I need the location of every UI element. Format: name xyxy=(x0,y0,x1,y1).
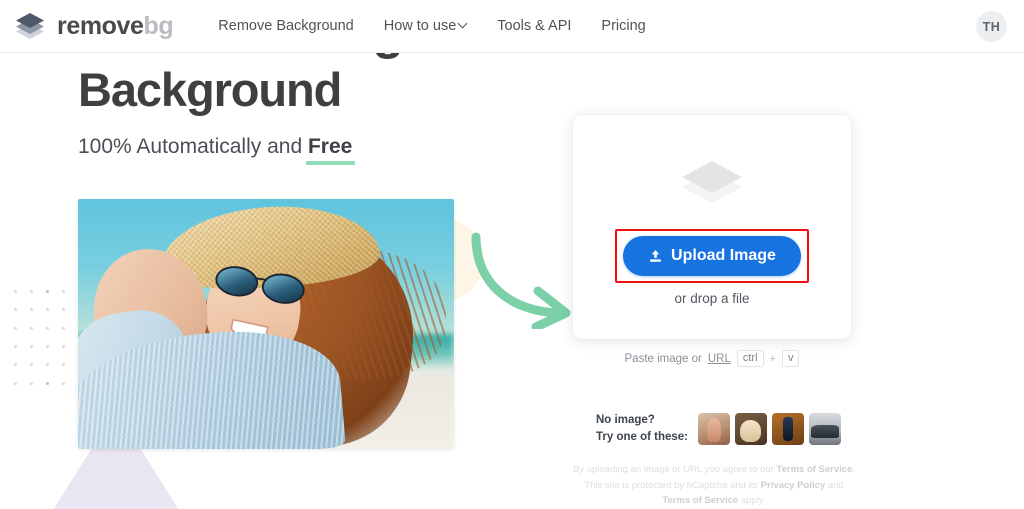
sample-thumb-dog[interactable] xyxy=(735,412,768,445)
upload-image-button[interactable]: Upload Image xyxy=(623,236,801,276)
legal-privacy-link[interactable]: Privacy Policy xyxy=(761,480,825,491)
nav-label: Pricing xyxy=(601,18,646,34)
paste-hint-prefix: Paste image or xyxy=(624,352,702,365)
nav-label: Remove Background xyxy=(218,18,354,34)
hero-subtitle-prefix: 100% Automatically and xyxy=(78,135,308,158)
chevron-down-icon xyxy=(459,20,467,28)
sample-thumb-car[interactable] xyxy=(809,412,842,445)
hero-subtitle: 100% Automatically and Free xyxy=(78,135,352,159)
layers-diamond-icon xyxy=(14,11,48,41)
decorative-dot-grid xyxy=(14,290,78,400)
sample-images-label: No image? Try one of these: xyxy=(596,412,688,445)
legal-terms-link-2[interactable]: Terms of Service xyxy=(662,495,738,506)
nav-item-pricing[interactable]: Pricing xyxy=(601,18,645,34)
legal-text-2a: protected by hCaptcha and its xyxy=(631,479,761,491)
nav-item-remove-background[interactable]: Remove Background xyxy=(218,18,353,34)
upload-card[interactable]: Upload Image or drop a file xyxy=(573,115,851,339)
key-v: v xyxy=(781,350,800,367)
legal-disclaimer: By uploading an image or URL you agree t… xyxy=(573,462,855,509)
site-header: removebg Remove Background How to use To… xyxy=(0,0,1024,53)
legal-text-2c: and xyxy=(825,479,844,491)
hero-subtitle-emphasis: Free xyxy=(307,135,353,158)
logo-text-secondary: bg xyxy=(143,11,174,40)
hero-section: Remove Image Background 100% Automatical… xyxy=(0,45,571,509)
logo[interactable]: removebg xyxy=(14,11,174,41)
logo-text: removebg xyxy=(57,11,174,41)
nav-label: How to use xyxy=(383,18,457,34)
sample-thumbnails xyxy=(698,412,842,445)
sample-images-row: No image? Try one of these: xyxy=(596,412,842,445)
layers-diamond-icon xyxy=(679,161,745,205)
sample-label-line2: Try one of these: xyxy=(596,430,689,443)
main-navigation: Remove Background How to use Tools & API… xyxy=(218,18,645,34)
drop-file-text: or drop a file xyxy=(674,291,750,306)
hero-photo xyxy=(78,199,454,449)
nav-label: Tools & API xyxy=(497,18,572,34)
logo-text-primary: remove xyxy=(57,11,144,40)
nav-item-how-to-use[interactable]: How to use xyxy=(384,18,468,34)
sample-thumb-phone[interactable] xyxy=(772,412,805,445)
avatar[interactable]: TH xyxy=(976,11,1007,42)
upload-button-label: Upload Image xyxy=(671,247,776,264)
upload-icon xyxy=(650,249,661,262)
paste-url-link[interactable]: URL xyxy=(708,353,731,365)
page-root: removebg Remove Background How to use To… xyxy=(0,0,1024,509)
legal-text-1a: By uploading an image or URL you agree t… xyxy=(573,464,777,475)
key-plus: + xyxy=(769,352,776,365)
nav-item-tools-api[interactable]: Tools & API xyxy=(497,18,571,34)
paste-hint-row: Paste image or URL ctrl + v xyxy=(573,350,851,367)
sample-thumb-woman[interactable] xyxy=(698,412,731,445)
legal-terms-link-1[interactable]: Terms of Service xyxy=(777,464,853,475)
sample-label-line1: No image? xyxy=(596,414,655,426)
decorative-arrow-icon xyxy=(471,232,571,329)
key-ctrl: ctrl xyxy=(736,350,764,367)
legal-text-2e: apply. xyxy=(738,495,766,507)
page-title: Background xyxy=(78,63,342,116)
